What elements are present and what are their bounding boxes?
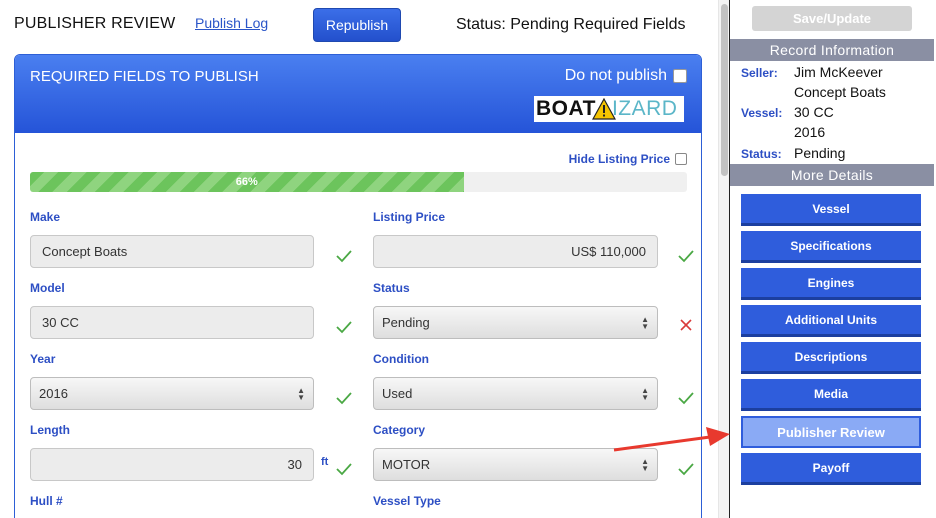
completion-progress-bar: 66%: [30, 172, 687, 192]
listing-price-label: Listing Price: [373, 210, 446, 224]
publish-status-text: Status: Pending Required Fields: [456, 16, 686, 33]
listing-price-input[interactable]: US$ 110,000: [373, 235, 658, 268]
hide-listing-price-checkbox[interactable]: [675, 153, 687, 165]
year-label: Year: [30, 352, 56, 366]
scrollbar-thumb[interactable]: [721, 4, 728, 176]
nav-payoff-button[interactable]: Payoff: [741, 453, 921, 485]
status-key: Status:: [741, 147, 782, 161]
vessel-type-label: Vessel Type: [373, 494, 441, 508]
seller-name: Jim McKeever: [794, 64, 883, 80]
select-arrows-icon: ▲ ▼: [641, 457, 649, 473]
model-input[interactable]: 30 CC: [30, 306, 314, 339]
save-update-button[interactable]: Save/Update: [752, 6, 912, 31]
condition-select[interactable]: Used ▲ ▼: [373, 377, 658, 410]
panel-title: REQUIRED FIELDS TO PUBLISH: [30, 68, 259, 85]
seller-company: Concept Boats: [794, 84, 886, 100]
category-label: Category: [373, 423, 426, 437]
nav-engines-button[interactable]: Engines: [741, 268, 921, 300]
year-select-value: 2016: [39, 386, 68, 401]
status-select[interactable]: Pending ▲ ▼: [373, 306, 658, 339]
page-title: PUBLISHER REVIEW: [14, 15, 176, 32]
length-unit: ft: [321, 456, 329, 468]
nav-vessel-button[interactable]: Vessel: [741, 194, 921, 226]
nav-publisher-review-button[interactable]: Publisher Review: [741, 416, 921, 448]
condition-label: Condition: [373, 352, 429, 366]
hide-listing-price-label: Hide Listing Price: [568, 152, 670, 166]
nav-specifications-button[interactable]: Specifications: [741, 231, 921, 263]
select-arrows-icon: ▲ ▼: [641, 315, 649, 331]
sidebar: Save/Update Record Information Seller: J…: [729, 0, 936, 518]
vessel-key: Vessel:: [741, 106, 783, 120]
more-details-header: More Details: [730, 164, 934, 186]
panel-header: REQUIRED FIELDS TO PUBLISH Do not publis…: [15, 55, 701, 133]
listing-price-valid-check-icon: [678, 250, 694, 263]
make-input[interactable]: Concept Boats: [30, 235, 314, 268]
model-valid-check-icon: [336, 321, 352, 334]
do-not-publish-label: Do not publish: [564, 67, 667, 84]
hide-listing-price-toggle[interactable]: Hide Listing Price: [569, 152, 687, 166]
length-label: Length: [30, 423, 70, 437]
make-valid-check-icon: [336, 250, 352, 263]
do-not-publish-toggle[interactable]: Do not publish: [565, 67, 687, 85]
status-select-value: Pending: [382, 315, 430, 330]
hull-label: Hull #: [30, 494, 63, 508]
do-not-publish-checkbox[interactable]: [673, 69, 687, 83]
select-arrows-icon: ▲ ▼: [297, 386, 305, 402]
vessel-model: 30 CC: [794, 104, 834, 120]
red-arrow-annotation: [613, 427, 730, 452]
status-invalid-x-icon: [680, 319, 692, 331]
year-valid-check-icon: [336, 392, 352, 405]
category-valid-check-icon: [678, 463, 694, 476]
vessel-year: 2016: [794, 124, 826, 140]
make-label: Make: [30, 210, 61, 224]
status-value: Pending: [794, 145, 846, 161]
status-label: Status: [373, 281, 410, 295]
logo-text-right: IZARD: [611, 97, 678, 120]
record-information-header: Record Information: [730, 39, 934, 61]
nav-descriptions-button[interactable]: Descriptions: [741, 342, 921, 374]
progress-label: 66%: [235, 176, 258, 188]
publisher-review-page: PUBLISHER REVIEW Publish Log Republish S…: [0, 0, 936, 518]
category-select-value: MOTOR: [382, 457, 431, 472]
republish-button[interactable]: Republish: [313, 8, 401, 42]
nav-media-button[interactable]: Media: [741, 379, 921, 411]
select-arrows-icon: ▲ ▼: [641, 386, 649, 402]
condition-valid-check-icon: [678, 392, 694, 405]
publish-log-link[interactable]: Publish Log: [195, 15, 268, 31]
year-select[interactable]: 2016 ▲ ▼: [30, 377, 314, 410]
boatwizard-logo: BOAT IZARD: [534, 96, 684, 122]
model-label: Model: [30, 281, 65, 295]
seller-key: Seller:: [741, 66, 778, 80]
length-input[interactable]: 30: [30, 448, 314, 481]
logo-text-left: BOAT: [536, 97, 596, 120]
nav-additional-units-button[interactable]: Additional Units: [741, 305, 921, 337]
progress-fill: 66%: [30, 172, 464, 192]
condition-select-value: Used: [382, 386, 413, 401]
length-valid-check-icon: [336, 463, 352, 476]
required-fields-panel: REQUIRED FIELDS TO PUBLISH Do not publis…: [14, 54, 702, 518]
